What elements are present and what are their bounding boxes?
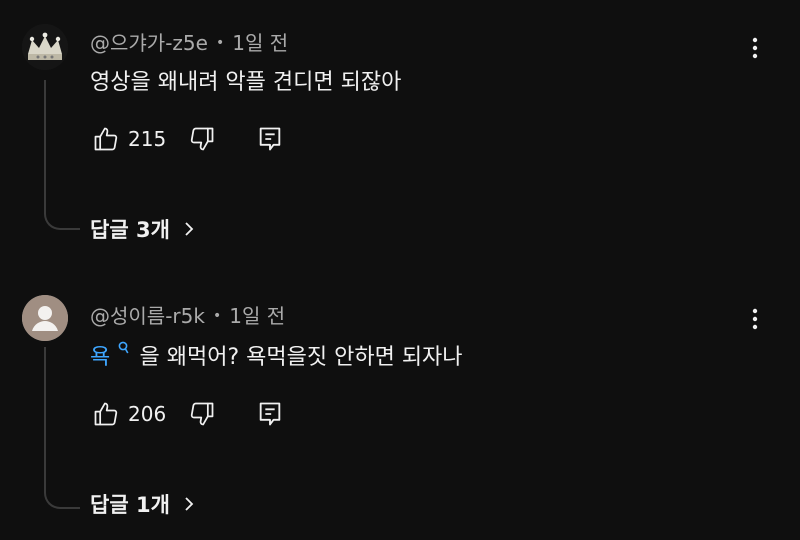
kebab-menu-icon <box>752 37 758 59</box>
comment-time[interactable]: 1일 전 <box>232 31 288 55</box>
thumbs-down-icon <box>190 402 214 426</box>
search-link[interactable]: 욕 <box>90 345 110 370</box>
avatar[interactable] <box>22 24 68 70</box>
comment-text-rest: 을 왜먹어? 욕먹을짓 안하면 되자나 <box>139 345 463 370</box>
reply-button[interactable] <box>254 123 286 155</box>
comment-actions: 215 <box>90 122 286 156</box>
view-replies-button[interactable]: 답글 1개 <box>90 489 196 519</box>
reply-comment-icon <box>259 127 281 151</box>
comment-meta: @성이름-r5k • 1일 전 <box>90 300 285 329</box>
view-replies-button[interactable]: 답글 3개 <box>90 214 196 244</box>
replies-label: 답글 1개 <box>90 493 170 517</box>
separator-dot: • <box>215 35 225 51</box>
default-person-avatar-icon <box>22 295 68 341</box>
comment-text: 영상을 왜내려 악플 견디면 되잖아 <box>90 70 402 95</box>
avatar[interactable] <box>22 295 68 341</box>
author-handle[interactable]: @성이름-r5k <box>90 304 205 328</box>
reply-thread-line <box>44 80 80 230</box>
thumbs-up-icon <box>94 402 118 426</box>
thumbs-down-icon <box>190 127 214 151</box>
thumbs-up-icon <box>94 127 118 151</box>
comment-text: 욕 을 왜먹어? 욕먹을짓 안하면 되자나 <box>90 339 463 371</box>
comment-actions: 206 <box>90 397 286 431</box>
search-icon[interactable] <box>114 341 133 358</box>
reply-button[interactable] <box>254 398 286 430</box>
replies-label: 답글 3개 <box>90 218 170 242</box>
reply-comment-icon <box>259 402 281 426</box>
reply-thread-line <box>44 347 80 509</box>
comment-item: @성이름-r5k • 1일 전 욕 을 왜먹어? 욕먹을짓 안하면 되자나 206 <box>0 275 800 540</box>
dislike-button[interactable] <box>186 398 218 430</box>
like-button[interactable] <box>90 123 122 155</box>
kebab-menu-icon <box>752 308 758 330</box>
comment-item: @으갸가-z5e • 1일 전 영상을 왜내려 악플 견디면 되잖아 215 답글 … <box>0 0 800 270</box>
author-handle[interactable]: @으갸가-z5e <box>90 31 208 55</box>
more-options-button[interactable] <box>740 33 770 63</box>
dislike-button[interactable] <box>186 123 218 155</box>
like-count: 206 <box>128 402 167 426</box>
crown-avatar-icon <box>22 24 68 70</box>
separator-dot: • <box>212 308 222 324</box>
like-button[interactable] <box>90 398 122 430</box>
comment-meta: @으갸가-z5e • 1일 전 <box>90 27 288 56</box>
chevron-right-icon <box>185 497 194 511</box>
comment-time[interactable]: 1일 전 <box>229 304 285 328</box>
more-options-button[interactable] <box>740 304 770 334</box>
like-count: 215 <box>128 127 167 151</box>
chevron-right-icon <box>185 222 194 236</box>
